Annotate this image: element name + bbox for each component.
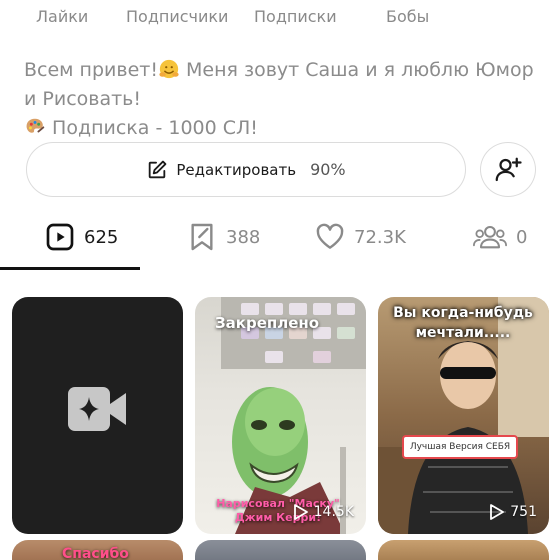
bio-text-1: Всем привет! (24, 59, 158, 81)
profile-completion-percent: 90% (310, 160, 346, 179)
video-caption: Спасибо (62, 546, 129, 560)
tab-liked[interactable]: 72.3K (314, 219, 406, 255)
pinned-label: Закреплено (215, 314, 320, 332)
view-count: 14.5K (293, 504, 354, 520)
liked-count: 72.3K (354, 226, 406, 248)
video-tile-row2-1[interactable]: Спасибо (12, 540, 183, 560)
edit-profile-label: Редактировать (176, 160, 297, 179)
followers-label[interactable]: Подписчики (126, 7, 228, 26)
create-video-tile[interactable] (12, 297, 183, 534)
edit-profile-button[interactable]: Редактировать 90% (26, 142, 466, 197)
video-tile-dream[interactable]: Вы когда-нибудь мечтали..... Лучшая Верс… (378, 297, 549, 534)
content-tabs: 625 388 72.3K 0 (0, 205, 560, 271)
bio-text-3: Подписка - 1000 СЛ! (46, 117, 258, 139)
artist-palette-emoji-icon (26, 118, 45, 133)
tab-reposts[interactable]: 388 (186, 219, 260, 255)
play-square-icon (46, 223, 74, 251)
friends-icon (473, 225, 507, 249)
active-tab-indicator (0, 267, 140, 270)
profile-stats-labels: Лайки Подписчики Подписки Бобы (0, 0, 560, 34)
edit-pencil-icon (149, 160, 167, 178)
video-overlay-title: Вы когда-нибудь мечтали..... (393, 305, 533, 341)
add-friend-button[interactable] (480, 142, 536, 197)
view-count-value: 751 (510, 504, 537, 520)
likes-label[interactable]: Лайки (36, 7, 88, 26)
view-count-value: 14.5K (313, 504, 354, 520)
tab-videos[interactable]: 625 (44, 219, 118, 255)
play-icon (293, 504, 308, 520)
video-tile-row2-3[interactable] (378, 540, 549, 560)
reposts-count: 388 (226, 226, 261, 248)
bookmark-icon (191, 223, 213, 251)
videos-count: 625 (84, 226, 119, 248)
video-camera-sparkle-icon (68, 387, 126, 431)
following-label[interactable]: Подписки (254, 7, 337, 26)
heart-icon (316, 223, 344, 249)
video-tile-mask-drawing[interactable]: Закреплено Нарисовал "Маску" Джим Керри!… (195, 297, 366, 534)
friends-count: 0 (516, 226, 528, 248)
view-count: 751 (490, 504, 537, 520)
video-tile-row2-2[interactable] (195, 540, 366, 560)
tab-friends[interactable]: 0 (472, 219, 527, 255)
play-icon (490, 504, 505, 520)
add-user-icon (495, 157, 522, 181)
hugging-face-emoji-icon (159, 59, 179, 79)
bobs-label[interactable]: Бобы (386, 7, 429, 26)
video-badge: Лучшая Версия СЕБЯ (402, 435, 518, 459)
profile-bio: Всем привет! Меня зовут Саша и я люблю Ю… (24, 56, 534, 143)
